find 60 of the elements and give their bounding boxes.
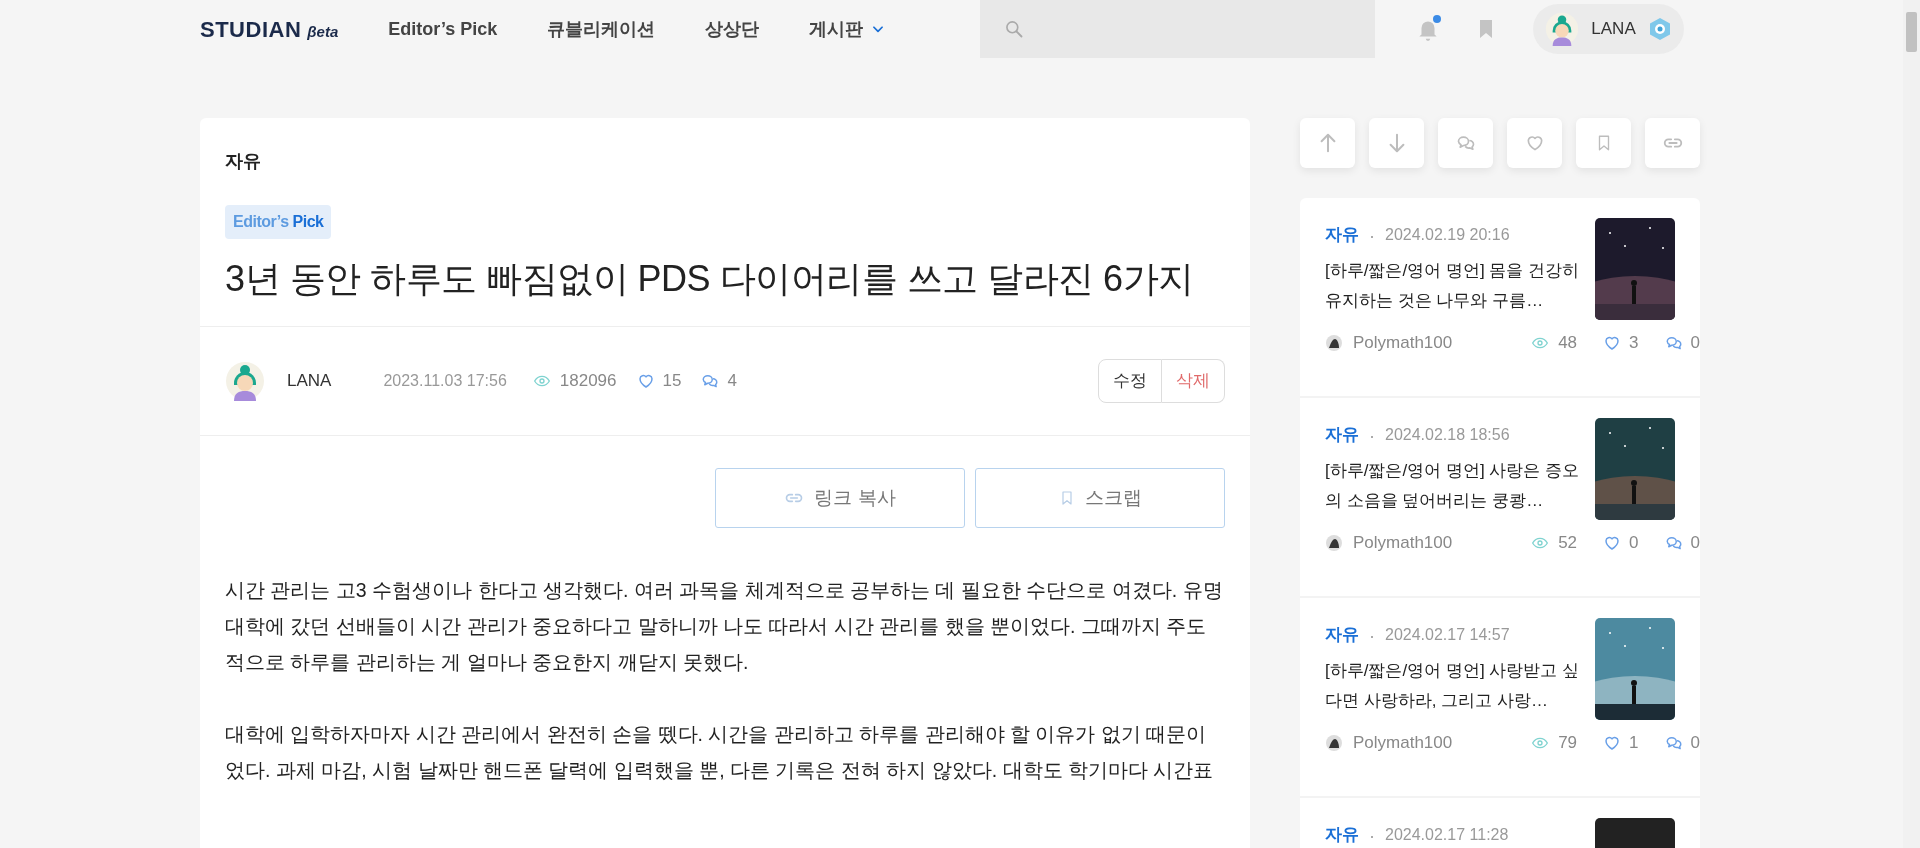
beta-tag: βeta bbox=[307, 20, 339, 43]
post-title[interactable]: [하루/짧은/영어 명언] 사랑받고 싶다면 사랑하라, 그리고 사랑… bbox=[1325, 655, 1590, 716]
author-name[interactable]: LANA bbox=[287, 368, 332, 394]
post-date: 2024.02.17 11:28 bbox=[1385, 824, 1509, 845]
comment-count: 0 bbox=[1690, 732, 1700, 754]
post-title[interactable]: [하루/짧은/영어 명언] 사랑은 증오의 소음을 덮어버리는 쿵쾅… bbox=[1325, 455, 1590, 516]
post-title[interactable]: [하루/짧은/영어 명언] 몸을 건강히 유지하는 것은 나무와 구름… bbox=[1325, 255, 1590, 316]
logo[interactable]: STUDIAN bbox=[200, 12, 302, 46]
like-button[interactable] bbox=[1507, 118, 1562, 168]
scrap-button[interactable]: 스크랩 bbox=[975, 468, 1225, 529]
paragraph: 대학에 입학하자마자 시간 관리에서 완전히 손을 뗐다. 시간을 관리하고 하루를 관리해야 할 이유가 없기 때문이었다. 과제 마감, 시험 날짜만 핸드폰 달력에 입력했을 뿐, 다른 기록은 전혀 하지 않았다. 대학도 학기마다 시간표 bbox=[224, 722, 1215, 784]
scrollbar[interactable] bbox=[1903, 0, 1920, 848]
author-name[interactable]: Polymath100 bbox=[1353, 530, 1453, 556]
editors-pick-badge: Editor’s Pick bbox=[225, 205, 332, 239]
board-name: 자유 bbox=[224, 150, 262, 173]
like-count: 3 bbox=[1629, 332, 1639, 354]
nav-link[interactable]: 게시판 bbox=[809, 15, 886, 43]
post-date: 2024.02.17 14:57 bbox=[1385, 624, 1510, 645]
copy-link-button[interactable]: 링크 복사 bbox=[715, 468, 965, 529]
avatar-icon bbox=[1325, 533, 1343, 552]
view-count: 79 bbox=[1558, 732, 1578, 754]
scroll-down-button[interactable] bbox=[1369, 118, 1424, 168]
post-date: 2024.02.19 20:16 bbox=[1385, 224, 1510, 245]
like-count: 0 bbox=[1629, 532, 1639, 554]
post-title: 3년 동안 하루도 빠짐없이 PDS 다이어리를 쓰고 달라진 6가지 bbox=[224, 257, 1195, 301]
avatar-icon bbox=[225, 361, 265, 402]
board-name[interactable]: 자유 bbox=[1325, 622, 1359, 648]
edit-button[interactable]: 수정 bbox=[1098, 359, 1162, 403]
author-name[interactable]: Polymath100 bbox=[1353, 330, 1453, 356]
board-name[interactable]: 자유 bbox=[1325, 222, 1359, 248]
comment-icon bbox=[1455, 133, 1476, 153]
comment-count: 0 bbox=[1690, 532, 1700, 554]
view-count: 48 bbox=[1558, 332, 1578, 354]
avatar-icon bbox=[1325, 333, 1343, 352]
scroll-up-button[interactable] bbox=[1300, 118, 1355, 168]
board-name[interactable]: 자유 bbox=[1325, 822, 1359, 848]
like-count: 1 bbox=[1629, 732, 1639, 754]
board-name[interactable]: 자유 bbox=[1325, 422, 1359, 448]
heart-icon bbox=[636, 372, 655, 391]
nav-link[interactable]: Editor’s Pick bbox=[388, 15, 498, 43]
author-name[interactable]: Polymath100 bbox=[1353, 730, 1453, 756]
copy-link-button[interactable] bbox=[1645, 118, 1700, 168]
post-date: 2024.02.18 18:56 bbox=[1385, 424, 1510, 445]
nav-link[interactable]: 상상단 bbox=[705, 15, 760, 43]
level-badge-icon bbox=[1647, 16, 1672, 42]
like-count: 15 bbox=[662, 370, 682, 393]
search-field[interactable] bbox=[980, 0, 1376, 58]
view-count: 52 bbox=[1558, 532, 1578, 554]
post-date: 2023.11.03 17:56 bbox=[383, 371, 507, 392]
avatar-icon bbox=[1545, 12, 1580, 46]
comments-button[interactable] bbox=[1438, 118, 1493, 168]
avatar-icon bbox=[1325, 733, 1343, 752]
bookmark-button[interactable] bbox=[1576, 118, 1631, 168]
profile-menu[interactable]: LANA bbox=[1533, 4, 1684, 54]
search-icon bbox=[1004, 19, 1025, 39]
comment-count: 4 bbox=[727, 370, 737, 393]
view-count: 182096 bbox=[559, 370, 617, 393]
comment-count: 0 bbox=[1690, 332, 1700, 354]
paragraph: 시간 관리는 고3 수험생이나 한다고 생각했다. 여러 과목을 체계적으로 공부하는 데 필요한 수단으로 여겼다. 유명 대학에 갔던 선배들이 시간 관리가 중요하다고 말하니까 나도 따라서 시간 관리를 했을 뿐이었다. 그때까지 주도적으로 하루를 관리하는 게 얼마나 중요한지 깨닫지 못했다. bbox=[224, 578, 1224, 676]
nav-link[interactable]: 큐블리케이션 bbox=[547, 15, 656, 43]
